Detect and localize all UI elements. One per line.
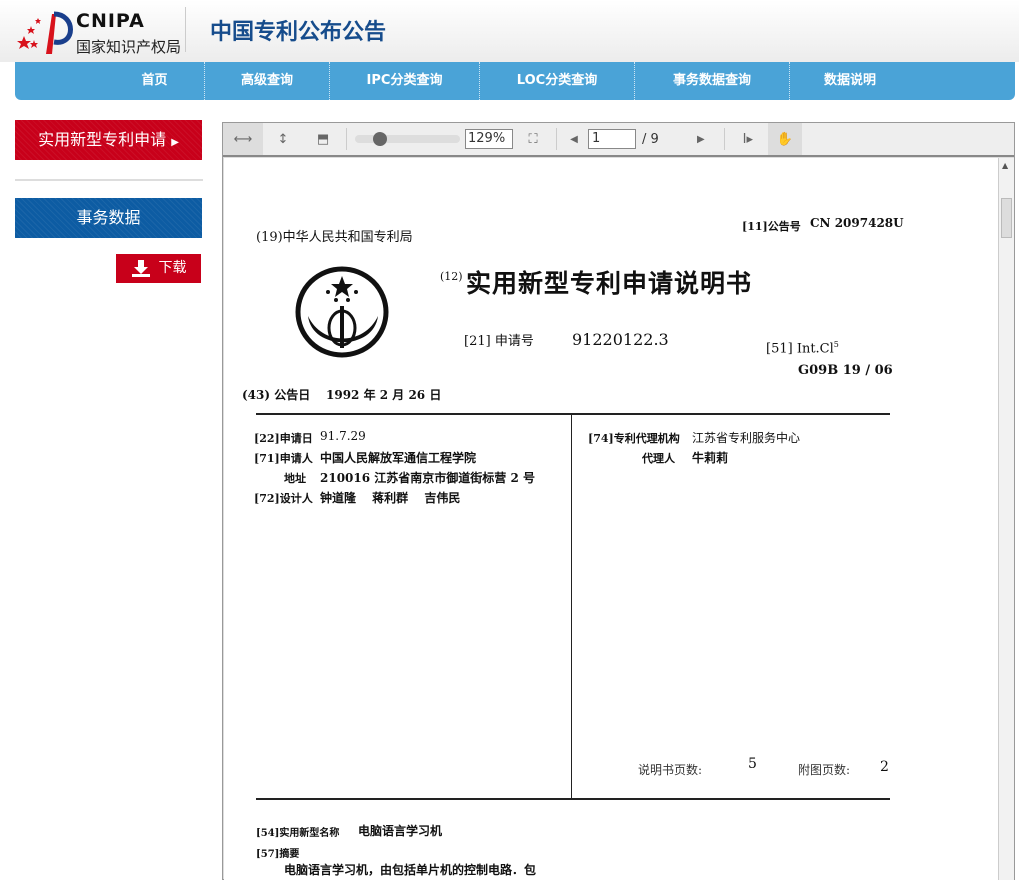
download-button[interactable]: 下载 <box>116 254 201 283</box>
sidebar-divider <box>15 179 203 181</box>
pub-no: CN 2097428U <box>810 216 904 230</box>
utility-model-label: 实用新型专利申请 <box>38 130 167 149</box>
arrows-horizontal-icon: ⟷ <box>233 131 253 147</box>
doc-title-code: (12) <box>440 270 463 283</box>
nav-affairs-search[interactable]: 事务数据查询 <box>635 62 790 100</box>
filing-date-label: [22]申请日 <box>254 432 313 445</box>
fullscreen-button[interactable]: ⛶ <box>513 123 553 155</box>
national-emblem-icon <box>295 266 389 358</box>
download-icon <box>131 259 150 277</box>
utility-name: 电脑语言学习机 <box>358 824 443 838</box>
office-name: (19)中华人民共和国专利局 <box>256 230 413 245</box>
agency: 江苏省专利服务中心 <box>692 431 801 445</box>
intcl-label: [51] Int.Cl5 <box>766 340 839 356</box>
pub-date-label: (43) 公告日 <box>242 388 311 402</box>
nav-data-description[interactable]: 数据说明 <box>790 62 910 100</box>
document-page: (19)中华人民共和国专利局 [11]公告号 CN 2097428U (12) … <box>224 158 999 880</box>
zoom-input[interactable]: 129% <box>465 129 513 149</box>
site-title: 中国专利公布公告 <box>210 20 387 45</box>
next-page-button[interactable]: ▶ <box>681 123 721 155</box>
rotate-icon: ⬒ <box>316 131 330 147</box>
fullscreen-icon: ⛶ <box>528 131 538 147</box>
designers: 钟道隆 蒋利群 吉伟民 <box>320 491 461 505</box>
zoom-slider-knob[interactable] <box>373 132 388 146</box>
filing-date: 91.7.29 <box>320 429 366 443</box>
agent: 牛莉莉 <box>692 451 729 465</box>
caret-left-icon: ◀ <box>570 133 578 145</box>
scroll-up-icon[interactable]: ▲ <box>1002 161 1008 170</box>
fig-pages: 2 <box>880 759 889 775</box>
rotate-button[interactable]: ⬒ <box>303 123 343 155</box>
nav-home[interactable]: 首页 <box>105 62 205 100</box>
utility-model-button[interactable]: 实用新型专利申请 ▶ <box>15 120 202 160</box>
app-no: 91220122.3 <box>572 330 669 349</box>
designer-label: [72]设计人 <box>254 492 313 505</box>
applicant: 中国人民解放军通信工程学院 <box>320 451 477 465</box>
site-header: CNIPA 国家知识产权局 中国专利公布公告 <box>0 0 1019 62</box>
column-divider <box>571 414 572 799</box>
nav-ipc-search[interactable]: IPC分类查询 <box>330 62 480 100</box>
text-cursor-icon: I▸ <box>742 131 753 147</box>
pdf-viewer: ⟷ ↕ ⬒ 129% ⛶ ◀ 1 / 9 ▶ I▸ ✋ (19)中华人民共和国专… <box>222 122 1015 880</box>
abstract-label: [57]摘要 <box>256 849 300 860</box>
caret-right-icon: ▶ <box>696 133 705 145</box>
hand-tool-button[interactable]: ✋ <box>767 123 802 155</box>
toolbar-divider <box>556 128 557 150</box>
caret-right-icon: ▶ <box>171 137 179 148</box>
rule-line <box>256 798 890 800</box>
agency-label: [74]专利代理机构 <box>588 432 680 445</box>
hand-icon: ✋ <box>776 131 793 147</box>
fit-height-button[interactable]: ↕ <box>263 123 303 155</box>
fit-width-button[interactable]: ⟷ <box>223 123 263 155</box>
abstract-text: 电脑语言学习机，由包括单片机的控制电路．包 <box>284 863 537 877</box>
toolbar-divider <box>723 128 725 150</box>
doc-title: 实用新型专利申请说明书 <box>466 269 753 298</box>
agent-label: 代理人 <box>642 452 675 465</box>
rule-line <box>256 413 890 415</box>
name-label: [54]实用新型名称 <box>256 828 340 839</box>
affairs-data-button[interactable]: 事务数据 <box>15 198 202 238</box>
page-number-input[interactable]: 1 <box>588 129 636 149</box>
pub-date: 1992 年 2 月 26 日 <box>326 388 442 402</box>
affairs-data-label: 事务数据 <box>76 208 141 227</box>
desc-pages-label: 说明书页数: <box>638 763 703 777</box>
applicant-label: [71]申请人 <box>254 452 313 465</box>
viewer-toolbar: ⟷ ↕ ⬒ 129% ⛶ ◀ 1 / 9 ▶ I▸ ✋ <box>223 123 1014 157</box>
cnipa-logo[interactable]: CNIPA 国家知识产权局 <box>16 6 186 56</box>
nav-advanced-search[interactable]: 高级查询 <box>205 62 330 100</box>
intcl-code: G09B 19 / 06 <box>798 363 893 378</box>
divider <box>185 7 186 52</box>
prev-page-button[interactable]: ◀ <box>560 123 588 155</box>
scrollbar-thumb[interactable] <box>1001 198 1012 238</box>
fig-pages-label: 附图页数: <box>798 763 851 777</box>
vertical-scrollbar[interactable]: ▲ <box>998 158 1014 880</box>
logo-text: CNIPA <box>76 10 145 32</box>
intcl-sup: 5 <box>833 340 839 349</box>
intcl-label-text: [51] Int.Cl <box>766 341 834 357</box>
address-label: 地址 <box>284 472 306 485</box>
text-select-button[interactable]: I▸ <box>728 123 768 155</box>
total-pages: / 9 <box>642 131 659 147</box>
pub-no-label: [11]公告号 <box>742 220 801 233</box>
app-no-label: [21] 申请号 <box>464 334 534 349</box>
zoom-slider[interactable] <box>355 132 460 146</box>
toolbar-divider <box>346 128 347 150</box>
address: 210016 江苏省南京市御道街标营 2 号 <box>320 471 535 485</box>
desc-pages: 5 <box>748 756 757 772</box>
cnipa-emblem-icon <box>17 11 73 54</box>
download-label: 下载 <box>158 260 187 276</box>
logo-subtitle: 国家知识产权局 <box>76 38 182 56</box>
main-nav: 首页 高级查询 IPC分类查询 LOC分类查询 事务数据查询 数据说明 <box>15 62 1015 100</box>
arrows-vertical-icon: ↕ <box>277 131 289 147</box>
nav-loc-search[interactable]: LOC分类查询 <box>480 62 635 100</box>
